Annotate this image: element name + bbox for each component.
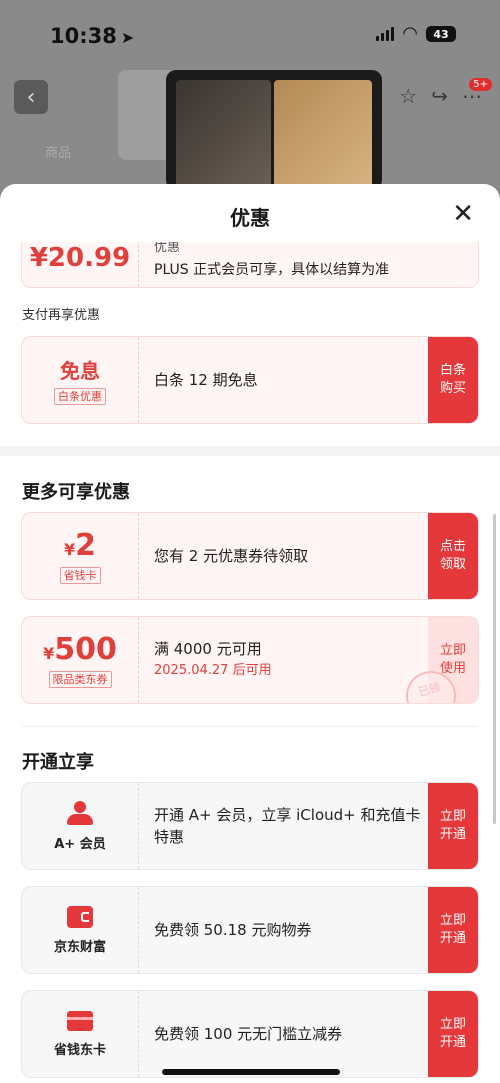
baitiao-left: 免息 白条优惠 xyxy=(22,337,139,423)
open-wealth-button[interactable]: 立即 开通 xyxy=(428,887,478,973)
open-section-title: 开通立享 xyxy=(22,752,94,773)
open-btn-line2: 开通 xyxy=(439,827,466,842)
coupon-value: ¥500 限品类东券 xyxy=(22,617,139,703)
savings-card[interactable]: 省钱东卡 免费领 100 元无门槛立减券 立即开通 xyxy=(21,990,479,1078)
open-btn-line2: 开通 xyxy=(439,931,466,946)
person-icon xyxy=(67,800,93,825)
more-offers-title: 更多可享优惠 xyxy=(22,482,130,503)
open-membership-button[interactable]: 立即 开通 xyxy=(428,783,478,869)
product-image xyxy=(166,70,382,190)
yen-symbol: ¥ xyxy=(43,644,55,663)
signal-icon xyxy=(376,27,395,41)
wallet-icon xyxy=(67,905,93,928)
background-faded-text: 商品 xyxy=(45,146,72,161)
open-btn-line1: 立即 xyxy=(439,809,466,824)
wifi-icon: ◠ xyxy=(402,23,418,44)
baitiao-btn-line2: 购买 xyxy=(439,381,466,396)
chevron-left-icon: ‹ xyxy=(26,84,36,110)
coupon-card[interactable]: ¥2 省钱卡 您有 2 元优惠券待领取 点击领取 xyxy=(21,512,479,600)
savings-label: 省钱东卡 xyxy=(53,1042,106,1058)
coupon-condition: 满 4000 元可用 xyxy=(154,640,262,658)
cart-badge: 5+ xyxy=(469,78,492,91)
baitiao-title: 免息 xyxy=(60,359,100,383)
coupon-card[interactable]: ¥500 限品类东券 满 4000 元可用 2025.04.27 后可用 立即使… xyxy=(21,616,479,704)
star-icon[interactable]: ☆ xyxy=(399,84,417,108)
coupon-tag: 限品类东券 xyxy=(48,671,112,688)
coupon-valid-date: 2025.04.27 后可用 xyxy=(154,663,272,678)
open-btn-line1: 立即 xyxy=(439,1017,466,1032)
savings-left: 省钱东卡 xyxy=(22,991,139,1077)
status-bar: 10:38 ➤ ◠ 43 xyxy=(0,0,500,70)
coupon-value: ¥2 省钱卡 xyxy=(22,513,139,599)
yen-symbol: ¥ xyxy=(63,540,76,559)
wealth-left: 京东财富 xyxy=(22,887,139,973)
baitiao-card[interactable]: 免息 白条优惠 白条 12 期免息 白条购买 xyxy=(21,336,479,424)
time-text: 10:38 xyxy=(50,24,117,48)
claim-btn-line2: 领取 xyxy=(439,557,466,572)
wealth-desc: 免费领 50.18 元购物券 xyxy=(154,921,312,939)
open-savings-button[interactable]: 立即 开通 xyxy=(428,991,478,1077)
plus-partial-line: 优惠 xyxy=(154,242,181,255)
plus-price-desc: 优惠 PLUS 正式会员可享，具体以结算为准 xyxy=(154,242,422,287)
plus-price-amount: ¥20.99 xyxy=(29,243,131,273)
section-divider xyxy=(0,446,500,456)
baitiao-buy-button[interactable]: 白条 购买 xyxy=(428,337,478,423)
home-indicator[interactable] xyxy=(162,1069,340,1075)
membership-desc: 开通 A+ 会员，立享 iCloud+ 和充值卡特惠 xyxy=(154,806,421,846)
membership-left: A+ 会员 xyxy=(22,783,139,869)
battery-level: 43 xyxy=(433,27,449,41)
claim-btn-line1: 点击 xyxy=(439,539,466,554)
scrollbar[interactable] xyxy=(493,514,496,824)
coupon-tag: 省钱卡 xyxy=(59,567,101,584)
wealth-card[interactable]: 京东财富 免费领 50.18 元购物券 立即开通 xyxy=(21,886,479,974)
use-btn-line1: 立即 xyxy=(439,643,466,658)
coupon-desc: 满 4000 元可用 2025.04.27 后可用 xyxy=(154,617,422,703)
savings-desc: 免费领 100 元无门槛立减券 xyxy=(154,1025,343,1043)
status-time: 10:38 ➤ xyxy=(50,24,134,48)
share-icon[interactable]: ↪ xyxy=(431,84,448,108)
plus-price-card: ¥20.99 优惠 PLUS 正式会员可享，具体以结算为准 xyxy=(21,242,479,288)
thin-divider xyxy=(22,726,478,727)
system-icons: ◠ 43 xyxy=(376,23,456,44)
baitiao-btn-line1: 白条 xyxy=(439,363,466,378)
battery-icon: 43 xyxy=(426,26,456,42)
claim-coupon-button[interactable]: 点击 领取 xyxy=(428,513,478,599)
membership-card[interactable]: A+ 会员 开通 A+ 会员，立享 iCloud+ 和充值卡特惠 立即开通 xyxy=(21,782,479,870)
membership-label: A+ 会员 xyxy=(54,836,106,852)
open-btn-line1: 立即 xyxy=(439,913,466,928)
wealth-label: 京东财富 xyxy=(53,939,106,955)
coupon-amount: 500 xyxy=(54,632,117,667)
close-icon[interactable]: ✕ xyxy=(452,200,474,228)
sheet-title: 优惠 xyxy=(230,206,270,230)
location-arrow-icon: ➤ xyxy=(120,28,135,47)
coupon-desc: 您有 2 元优惠券待领取 xyxy=(154,547,309,565)
plus-price: ¥20.99 xyxy=(22,242,139,287)
discount-sheet: 优惠 ✕ ¥20.99 优惠 PLUS 正式会员可享，具体以结算为准 支付再享优… xyxy=(0,184,500,1083)
open-btn-line2: 开通 xyxy=(439,1035,466,1050)
sheet-scroll-area[interactable]: ¥20.99 优惠 PLUS 正式会员可享，具体以结算为准 支付再享优惠 免息 … xyxy=(0,242,500,1083)
pay-section-label: 支付再享优惠 xyxy=(22,308,101,323)
baitiao-tag: 白条优惠 xyxy=(54,388,106,405)
card-icon xyxy=(67,1010,93,1031)
plus-note: PLUS 正式会员可享，具体以结算为准 xyxy=(154,262,390,278)
coupon-amount: 2 xyxy=(75,528,96,563)
baitiao-desc: 白条 12 期免息 xyxy=(154,371,258,389)
back-button[interactable]: ‹ xyxy=(14,80,48,114)
